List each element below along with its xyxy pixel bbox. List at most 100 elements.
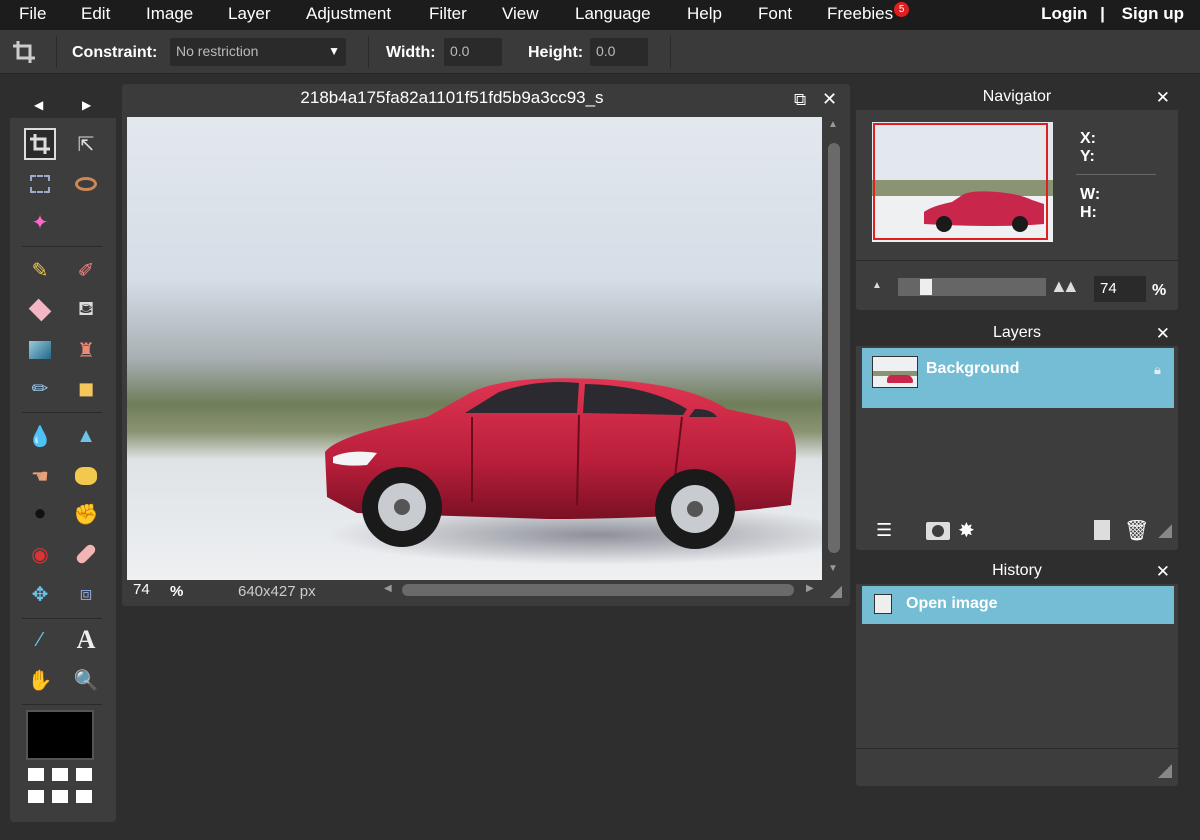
color-replace-tool[interactable]: ✏	[24, 372, 56, 404]
scroll-left-icon[interactable]: ◀	[384, 583, 392, 594]
sponge-tool[interactable]	[70, 460, 102, 492]
foreground-color-swatch[interactable]	[26, 710, 94, 760]
pinch-tool[interactable]: ⧈	[70, 578, 102, 610]
layer-row[interactable]: Background 🔒︎	[862, 348, 1174, 408]
delete-layer-icon[interactable]: 🗑︎	[1124, 518, 1149, 543]
menu-view[interactable]: View	[502, 4, 539, 24]
zoom-in-mountain-icon[interactable]: ▲▲	[1050, 276, 1080, 297]
pencil-tool[interactable]: ✎	[24, 254, 56, 286]
navigator-y-label: Y:	[1080, 148, 1095, 165]
navigator-thumbnail[interactable]	[872, 122, 1053, 242]
gradient-tool[interactable]	[24, 334, 56, 366]
eyedropper-icon: ⁄	[38, 628, 42, 651]
menu-help[interactable]: Help	[687, 4, 722, 24]
zoom-out-mountain-icon[interactable]: ▲	[872, 280, 882, 291]
height-input[interactable]: 0.0	[590, 38, 648, 66]
menu-bar: File Edit Image Layer Adjustment Filter …	[0, 0, 1200, 30]
menu-language[interactable]: Language	[575, 4, 651, 24]
horizontal-scroll-thumb[interactable]	[402, 584, 794, 596]
drawing-tool[interactable]: ◼	[70, 372, 102, 404]
arrow-right-icon[interactable]: ▶	[82, 98, 91, 112]
zoom-slider[interactable]	[898, 278, 1046, 296]
zoom-value-field[interactable]: 74	[133, 581, 150, 598]
lasso-icon	[75, 177, 97, 191]
palette-swatch[interactable]	[28, 790, 44, 803]
close-document-icon[interactable]: ✕	[822, 89, 837, 110]
layer-effects-icon[interactable]: ✸	[958, 518, 975, 543]
brush-tool[interactable]: ✐	[70, 254, 102, 286]
blur-tool[interactable]: 💧	[24, 420, 56, 452]
hand-tool[interactable]: ✋	[24, 664, 56, 696]
menu-layer[interactable]: Layer	[228, 4, 271, 24]
new-layer-icon[interactable]	[1094, 520, 1110, 540]
lock-icon: 🔒︎	[1154, 362, 1161, 377]
history-resize-icon[interactable]	[1158, 764, 1172, 778]
scroll-right-icon[interactable]: ▶	[806, 583, 814, 594]
red-eye-tool[interactable]: ◉	[24, 538, 56, 570]
toolbox-separator	[22, 618, 102, 619]
sharpen-tool[interactable]: ▲	[70, 420, 102, 452]
navigator-panel: Navigator ✕ X: Y: W: H: ▲ ▲▲ 74 %	[856, 84, 1178, 310]
magic-wand-tool[interactable]: ✦	[24, 206, 56, 238]
eraser-tool[interactable]	[24, 294, 56, 326]
signup-link[interactable]: Sign up	[1122, 4, 1184, 23]
vertical-scroll-thumb[interactable]	[828, 143, 840, 553]
history-item[interactable]: Open image	[862, 586, 1174, 624]
red-eye-icon: ◉	[31, 543, 49, 566]
close-navigator-icon[interactable]: ✕	[1156, 88, 1170, 108]
close-history-icon[interactable]: ✕	[1156, 562, 1170, 582]
palette-swatch[interactable]	[52, 768, 68, 781]
burn-tool[interactable]: ✊	[70, 498, 102, 530]
menu-freebies[interactable]: Freebies 5	[827, 2, 910, 24]
color-picker-tool[interactable]: ⁄	[24, 624, 56, 656]
palette-swatch[interactable]	[52, 790, 68, 803]
menu-font[interactable]: Font	[758, 4, 792, 24]
arrow-left-icon[interactable]: ◀	[34, 98, 43, 112]
dodge-tool[interactable]: ⚫	[24, 498, 56, 530]
resize-grip-icon[interactable]	[830, 586, 842, 598]
toolbox: ◀ ▶ ⇱ ✦ ✎ ✐ ⛾ ♜ ✏ ◼ 💧 ▲ ☚ ⚫ ✊ ◉ ✥ ⧈ ⁄ A …	[10, 94, 116, 822]
smudge-tool[interactable]: ☚	[24, 460, 56, 492]
navigator-zoom-input[interactable]: 74	[1094, 276, 1146, 302]
toolbox-separator	[22, 246, 102, 247]
marquee-tool[interactable]	[24, 168, 56, 200]
crop-tool[interactable]	[24, 128, 56, 160]
layer-mask-icon[interactable]	[926, 522, 950, 540]
type-tool[interactable]: A	[70, 624, 102, 656]
height-label: Height:	[528, 44, 584, 61]
clone-stamp-tool[interactable]: ♜	[70, 334, 102, 366]
navigator-x-label: X:	[1080, 130, 1096, 147]
scroll-up-icon[interactable]: ▲	[828, 119, 838, 130]
login-link[interactable]: Login	[1041, 4, 1087, 23]
zoom-slider-handle[interactable]	[920, 279, 932, 295]
move-tool[interactable]: ⇱	[70, 128, 102, 160]
lasso-tool[interactable]	[70, 168, 102, 200]
layers-resize-icon[interactable]	[1158, 524, 1172, 538]
paint-bucket-tool[interactable]: ⛾	[70, 294, 102, 326]
menu-adjustment[interactable]: Adjustment	[306, 4, 391, 24]
sponge-icon	[75, 467, 97, 485]
zoom-tool[interactable]: 🔍	[70, 664, 102, 696]
layer-settings-icon[interactable]: ☰	[876, 520, 892, 541]
menu-image[interactable]: Image	[146, 4, 193, 24]
scroll-down-icon[interactable]: ▼	[828, 563, 838, 574]
restore-window-icon[interactable]: ⧉	[794, 90, 806, 110]
palette-swatch[interactable]	[76, 790, 92, 803]
spot-heal-tool[interactable]	[70, 538, 102, 570]
navigator-viewport-rect[interactable]	[873, 123, 1048, 240]
document-window: 218b4a175fa82a1101f51fd5b9a3cc93_s ⧉ ✕ ▲…	[122, 84, 850, 606]
menu-filter[interactable]: Filter	[429, 4, 467, 24]
history-item-label: Open image	[906, 595, 998, 612]
menu-edit[interactable]: Edit	[81, 4, 110, 24]
vertical-scrollbar[interactable]: ▲ ▼	[825, 117, 843, 580]
image-canvas[interactable]	[127, 117, 822, 580]
horizontal-scrollbar[interactable]: ◀ ▶	[380, 581, 820, 599]
palette-swatch[interactable]	[76, 768, 92, 781]
bloat-tool[interactable]: ✥	[24, 578, 56, 610]
close-layers-icon[interactable]: ✕	[1156, 324, 1170, 344]
menu-file[interactable]: File	[19, 4, 46, 24]
toolbox-separator	[22, 704, 102, 705]
width-input[interactable]: 0.0	[444, 38, 502, 66]
palette-swatch[interactable]	[28, 768, 44, 781]
constraint-select[interactable]: No restriction ▼	[170, 38, 346, 66]
